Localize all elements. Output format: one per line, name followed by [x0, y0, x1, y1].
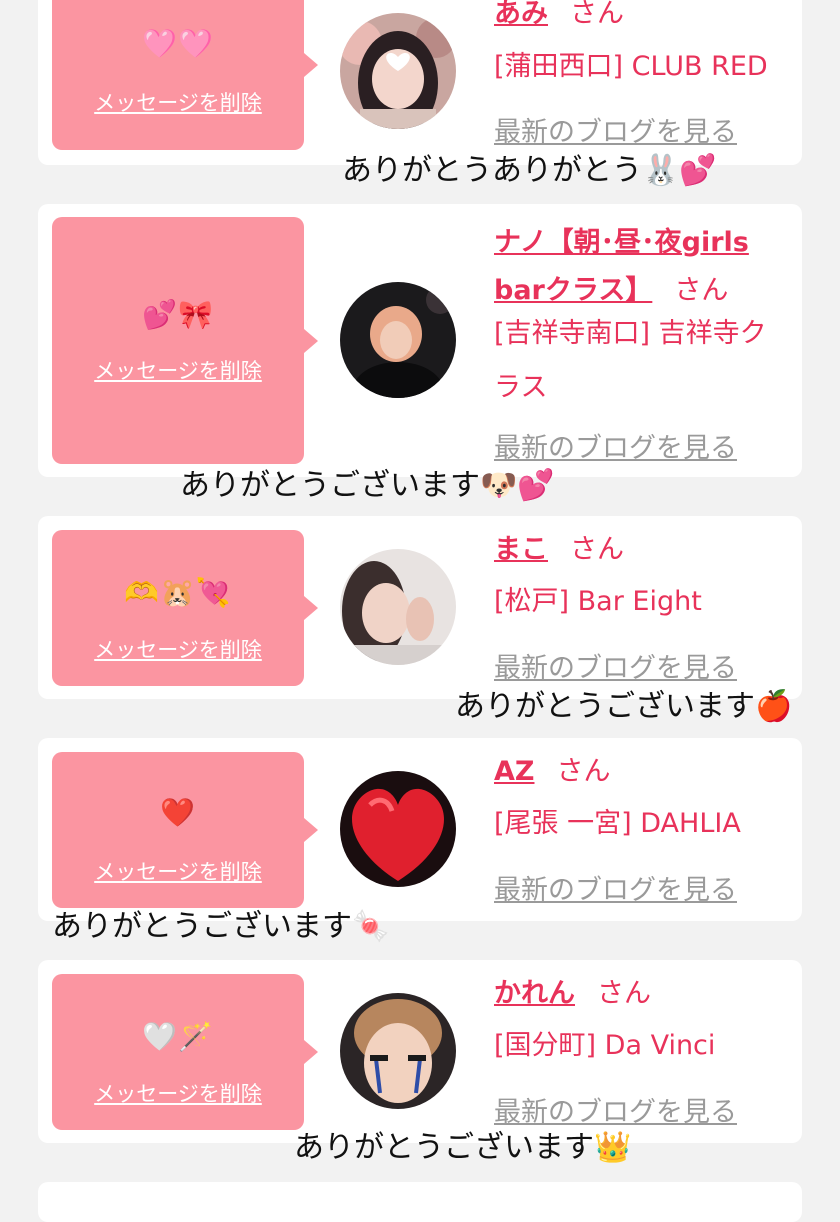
message-stamp: 🩷🩷: [142, 27, 214, 60]
san-label: さん: [597, 978, 651, 1009]
avatar-photo-icon: [340, 282, 456, 398]
avatar[interactable]: [340, 282, 456, 398]
thanks-message: ありがとうございます👑: [294, 1130, 632, 1165]
thanks-message: ありがとうございます🍎: [455, 689, 793, 724]
message-stamp: 💕🎀: [142, 298, 214, 331]
delete-message-link[interactable]: メッセージを削除: [52, 856, 304, 886]
latest-blog-link[interactable]: 最新のブログを見る: [494, 646, 737, 685]
message-card: 🩷🩷 メッセージを削除 あみ さん [蒲田西口] CLUB RED 最新のブログを…: [38, 0, 802, 165]
latest-blog-link[interactable]: 最新のブログを見る: [494, 110, 737, 149]
san-label: さん: [570, 0, 624, 29]
thanks-message: ありがとうありがとう🐰💕: [342, 153, 717, 188]
message-stamp: ❤️: [160, 796, 196, 829]
cast-name-link[interactable]: まこ: [494, 534, 548, 565]
avatar[interactable]: [340, 771, 456, 887]
san-label: さん: [556, 756, 611, 787]
thanks-message: ありがとうございます🍬: [52, 909, 390, 944]
cast-name-link[interactable]: かれん: [494, 978, 575, 1009]
message-stamp: 🤍🪄: [142, 1020, 214, 1053]
san-label: さん: [570, 534, 624, 565]
shop-label: [尾張 一宮] DAHLIA: [494, 808, 741, 839]
cast-name-line: AZ さん: [494, 752, 610, 792]
message-stamp: 🫶🐹💘: [124, 576, 232, 609]
cast-name-line: あみ さん: [494, 0, 624, 34]
latest-blog-link[interactable]: 最新のブログを見る: [494, 868, 737, 907]
avatar-photo-icon: [340, 13, 456, 129]
message-bubble: 🤍🪄 メッセージを削除: [52, 974, 318, 1130]
cast-name-line: ナノ【朝･昼･夜girls barクラス】 さん: [494, 219, 774, 315]
message-bubble: 💕🎀 メッセージを削除: [52, 217, 318, 464]
delete-message-link[interactable]: メッセージを削除: [52, 87, 304, 117]
message-bubble: 🩷🩷 メッセージを削除: [52, 0, 318, 150]
thanks-message: ありがとうございます🐶💕: [180, 468, 555, 503]
cast-name-line: かれん さん: [494, 974, 651, 1014]
avatar-photo-icon: [340, 993, 456, 1109]
cast-name-line: まこ さん: [494, 530, 624, 570]
delete-message-link[interactable]: メッセージを削除: [52, 1078, 304, 1108]
message-bubble: 🫶🐹💘 メッセージを削除: [52, 530, 318, 686]
delete-message-link[interactable]: メッセージを削除: [52, 355, 304, 385]
shop-label: [蒲田西口] CLUB RED: [494, 51, 768, 82]
message-card: 🤍🪄 メッセージを削除 かれん さん [国分町] Da Vinci 最新のブログを…: [38, 960, 802, 1143]
shop-label: [吉祥寺南口] 吉祥寺クラス: [494, 318, 767, 403]
cast-name-link[interactable]: AZ: [494, 756, 534, 787]
shop-label: [松戸] Bar Eight: [494, 586, 702, 617]
message-card: [38, 1182, 802, 1222]
message-card: ❤️ メッセージを削除 AZ さん [尾張 一宮] DAHLIA 最新のブログを見…: [38, 738, 802, 921]
shop-label: [国分町] Da Vinci: [494, 1030, 716, 1061]
avatar[interactable]: [340, 993, 456, 1109]
message-card: 🫶🐹💘 メッセージを削除 まこ さん [松戸] Bar Eight 最新のブログを…: [38, 516, 802, 699]
message-bubble: ❤️ メッセージを削除: [52, 752, 318, 908]
avatar[interactable]: [340, 13, 456, 129]
message-card: 💕🎀 メッセージを削除 ナノ【朝･昼･夜girls barクラス】 さん [吉祥寺…: [38, 204, 802, 477]
avatar[interactable]: [340, 549, 456, 665]
avatar-photo-icon: [340, 771, 456, 887]
avatar-photo-icon: [340, 549, 456, 665]
delete-message-link[interactable]: メッセージを削除: [52, 634, 304, 664]
cast-name-link[interactable]: あみ: [494, 0, 548, 29]
san-label: さん: [674, 275, 729, 306]
